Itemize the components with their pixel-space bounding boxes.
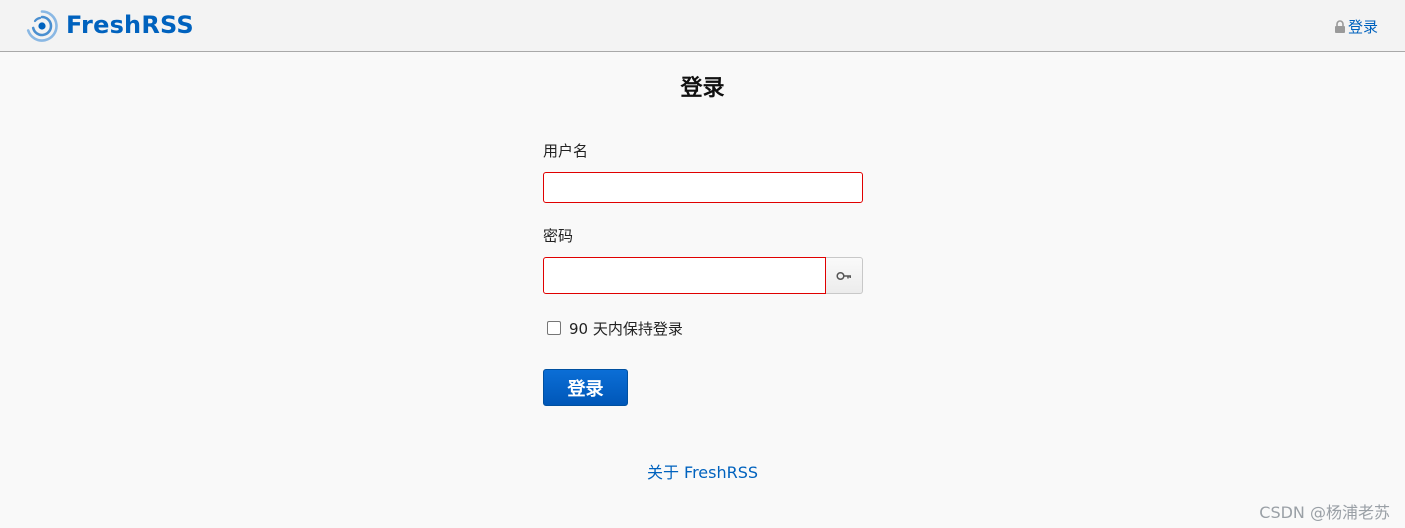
header-login-link[interactable]: 登录 (1334, 16, 1378, 37)
remember-me-label[interactable]: 90 天内保持登录 (569, 318, 683, 339)
password-label: 密码 (543, 227, 574, 245)
password-row (543, 257, 863, 294)
remember-me-checkbox[interactable] (547, 321, 561, 335)
remember-me-row: 90 天内保持登录 (543, 318, 863, 339)
top-header: FreshRSS 登录 (0, 0, 1405, 52)
password-input[interactable] (543, 257, 826, 294)
freshrss-logo-icon (26, 10, 58, 42)
about-freshrss-link[interactable]: 关于 FreshRSS (647, 463, 758, 482)
login-form: 用户名 密码 90 天内保持登录 登录 (543, 140, 863, 406)
page-title: 登录 (680, 76, 725, 101)
login-submit-button[interactable]: 登录 (543, 369, 628, 406)
brand-logo-link[interactable]: FreshRSS (26, 8, 194, 42)
lock-icon (1334, 20, 1345, 33)
about-footer: 关于 FreshRSS (0, 459, 1405, 483)
username-input[interactable] (543, 172, 863, 203)
username-label: 用户名 (543, 142, 589, 160)
header-login-label: 登录 (1347, 18, 1378, 36)
key-icon (836, 271, 851, 280)
csdn-watermark: CSDN @杨浦老苏 (1259, 503, 1390, 522)
show-password-button[interactable] (826, 257, 863, 294)
brand-name: FreshRSS (66, 11, 194, 39)
